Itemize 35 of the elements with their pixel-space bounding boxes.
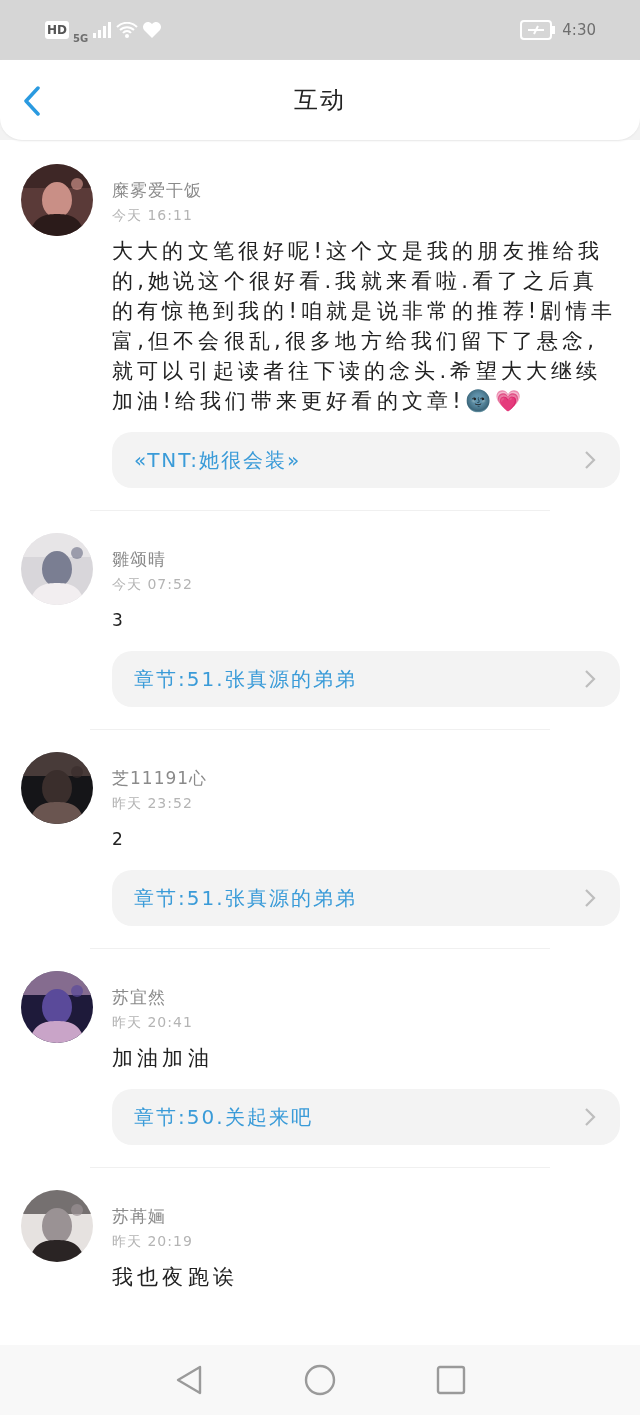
comment-text: 2 — [112, 828, 129, 851]
back-nav-button[interactable] — [174, 1364, 204, 1396]
user-name[interactable]: 苏苒婳 — [112, 1206, 620, 1226]
comment-text: 加油加油 — [112, 1045, 214, 1072]
comment-time: 今天 16:11 — [112, 206, 194, 224]
home-nav-button[interactable] — [304, 1364, 336, 1396]
clock-time: 4:30 — [562, 21, 596, 39]
chapter-link-card[interactable]: «TNT:她很会装» — [112, 432, 620, 488]
comment-text: 3 — [112, 609, 129, 632]
network-label: 5G — [73, 33, 89, 44]
user-name[interactable]: 芝11191心 — [112, 768, 620, 788]
chevron-right-icon — [584, 450, 596, 470]
comment-text: 我也夜跑诶 — [112, 1264, 239, 1291]
comment-time: 昨天 20:41 — [112, 1013, 194, 1031]
user-name[interactable]: 糜雾爱干饭 — [112, 180, 620, 200]
recents-nav-button[interactable] — [436, 1365, 466, 1395]
hd-icon: HD — [45, 21, 69, 39]
user-name[interactable]: 雛颂晴 — [112, 549, 620, 569]
chevron-right-icon — [584, 669, 596, 689]
chapter-link-card[interactable]: 章节:50.关起来吧 — [112, 1089, 620, 1145]
wifi-icon — [116, 22, 139, 38]
battery-icon — [520, 20, 557, 40]
comment-time: 昨天 23:52 — [112, 794, 194, 812]
comment-time: 今天 07:52 — [112, 575, 194, 593]
page-title: 互动 — [294, 85, 346, 116]
chapter-link-card[interactable]: 章节:51.张真源的弟弟 — [112, 870, 620, 926]
chevron-right-icon — [584, 888, 596, 908]
chevron-right-icon — [584, 1107, 596, 1127]
back-icon — [22, 86, 42, 116]
user-name[interactable]: 苏宜然 — [112, 987, 620, 1007]
signal-icon — [92, 22, 113, 38]
comment-time: 昨天 20:19 — [112, 1232, 194, 1250]
heart-icon — [142, 21, 163, 39]
comment-text: 大大的文笔很好呢!这个文是我的朋友推给我的,她说这个很好看.我就来看啦.看了之后真的有惊艳到我的!咱就是说非常的推荐!剧情丰富,但不会很乱,很多地方给我们留下了悬念,就可以引起读者往下读的念头.希望大大继续加油!给我们带来更好看的文章!🌚💗 — [112, 238, 618, 415]
chapter-link-card[interactable]: 章节:51.张真源的弟弟 — [112, 651, 620, 707]
